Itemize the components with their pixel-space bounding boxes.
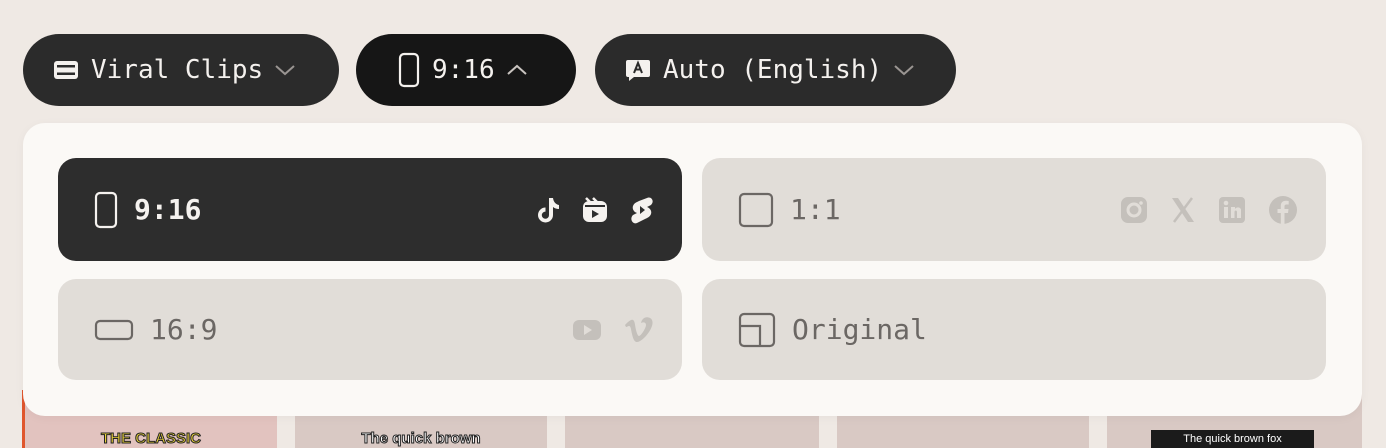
chevron-up-icon <box>505 63 529 77</box>
phone-portrait-icon <box>398 52 420 88</box>
youtube-shorts-icon <box>630 196 654 224</box>
thumbnail-caption: THE CLASSIC <box>100 430 201 448</box>
language-label: Auto (English) <box>663 55 883 85</box>
linkedin-icon <box>1218 196 1246 224</box>
vimeo-icon <box>624 316 654 343</box>
tiktok-icon <box>536 196 560 224</box>
instagram-icon <box>1120 196 1148 224</box>
aspect-ratio-menu: 9:16 1:1 16:9 Original <box>23 123 1362 416</box>
instagram-reels-icon <box>582 196 608 223</box>
ratio-option-9-16[interactable]: 9:16 <box>58 158 682 261</box>
ratio-option-label: 9:16 <box>134 193 202 226</box>
original-layout-icon <box>738 312 776 348</box>
aspect-ratio-dropdown[interactable]: 9:16 <box>356 34 576 106</box>
x-icon <box>1170 196 1196 224</box>
thumbnail-caption: The quick brown <box>361 430 481 448</box>
preset-dropdown[interactable]: Viral Clips <box>23 34 339 106</box>
film-icon <box>53 59 79 81</box>
ratio-option-label: Original <box>792 313 927 346</box>
ratio-option-label: 16:9 <box>150 313 218 346</box>
ratio-option-1-1[interactable]: 1:1 <box>702 158 1326 261</box>
ratio-option-label: 1:1 <box>790 193 841 226</box>
square-icon <box>738 192 774 228</box>
aspect-ratio-label: 9:16 <box>432 55 495 85</box>
ratio-option-original[interactable]: Original <box>702 279 1326 380</box>
portrait-rect-icon <box>94 191 118 229</box>
landscape-rect-icon <box>94 318 134 342</box>
facebook-icon <box>1268 195 1298 225</box>
ratio-option-16-9[interactable]: 16:9 <box>58 279 682 380</box>
chevron-down-icon <box>892 63 916 77</box>
thumbnail-caption: The quick brown fox <box>1151 430 1314 448</box>
chevron-down-icon <box>273 63 297 77</box>
language-dropdown[interactable]: Auto (English) <box>595 34 956 106</box>
caption-a-icon <box>625 58 651 82</box>
preset-label: Viral Clips <box>91 55 264 85</box>
youtube-icon <box>572 319 602 341</box>
